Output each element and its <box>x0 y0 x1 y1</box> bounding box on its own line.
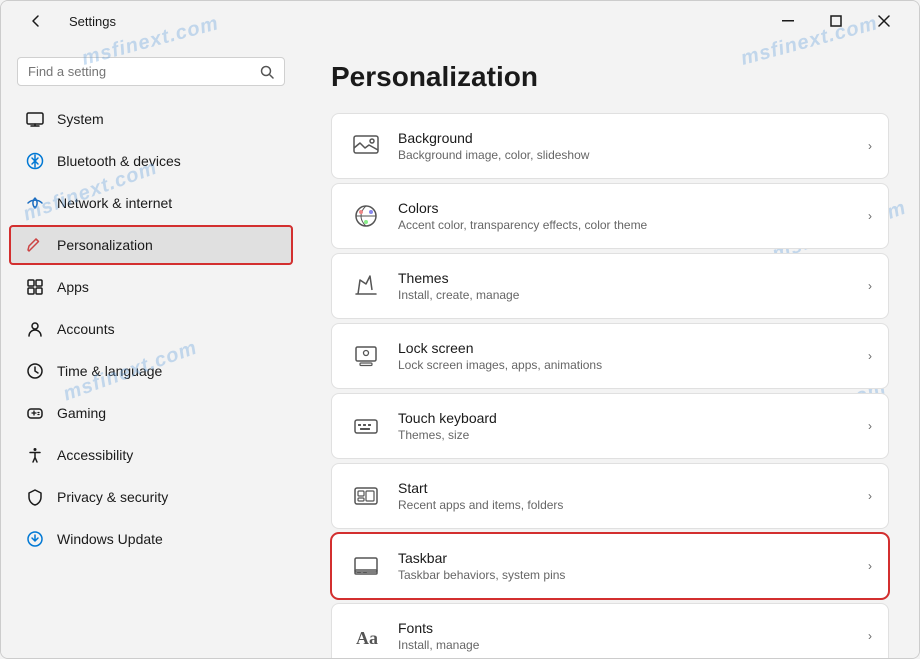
sidebar-item-time[interactable]: Time & language <box>9 351 293 391</box>
lockscreen-chevron: › <box>868 349 872 363</box>
sidebar-label-apps: Apps <box>57 279 89 295</box>
touchkeyboard-chevron: › <box>868 419 872 433</box>
sidebar-item-bluetooth[interactable]: Bluetooth & devices <box>9 141 293 181</box>
start-desc: Recent apps and items, folders <box>398 498 868 512</box>
settings-item-fonts[interactable]: Aa Fonts Install, manage › <box>331 603 889 658</box>
search-input[interactable] <box>28 64 252 79</box>
fonts-title: Fonts <box>398 620 868 636</box>
colors-desc: Accent color, transparency effects, colo… <box>398 218 868 232</box>
sidebar: System Bluetooth & devices <box>1 41 301 658</box>
maximize-button[interactable] <box>813 5 859 37</box>
fonts-desc: Install, manage <box>398 638 868 652</box>
colors-title: Colors <box>398 200 868 216</box>
touchkeyboard-icon <box>348 408 384 444</box>
themes-desc: Install, create, manage <box>398 288 868 302</box>
background-text: Background Background image, color, slid… <box>398 130 868 162</box>
privacy-icon <box>25 487 45 507</box>
lockscreen-text: Lock screen Lock screen images, apps, an… <box>398 340 868 372</box>
window-controls <box>765 5 907 37</box>
settings-item-lockscreen[interactable]: Lock screen Lock screen images, apps, an… <box>331 323 889 389</box>
start-title: Start <box>398 480 868 496</box>
sidebar-label-accessibility: Accessibility <box>57 447 133 463</box>
taskbar-icon <box>348 548 384 584</box>
colors-text: Colors Accent color, transparency effect… <box>398 200 868 232</box>
personalization-icon <box>25 235 45 255</box>
settings-list: Background Background image, color, slid… <box>331 113 889 658</box>
settings-item-start[interactable]: Start Recent apps and items, folders › <box>331 463 889 529</box>
back-button[interactable] <box>13 5 59 37</box>
content-area: System Bluetooth & devices <box>1 41 919 658</box>
sidebar-item-accessibility[interactable]: Accessibility <box>9 435 293 475</box>
sidebar-label-update: Windows Update <box>57 531 163 547</box>
sidebar-item-update[interactable]: Windows Update <box>9 519 293 559</box>
sidebar-label-network: Network & internet <box>57 195 172 211</box>
sidebar-label-gaming: Gaming <box>57 405 106 421</box>
title-bar-left: Settings <box>13 5 116 37</box>
touchkeyboard-title: Touch keyboard <box>398 410 868 426</box>
background-chevron: › <box>868 139 872 153</box>
themes-chevron: › <box>868 279 872 293</box>
accounts-icon <box>25 319 45 339</box>
settings-window: Settings <box>0 0 920 659</box>
taskbar-desc: Taskbar behaviors, system pins <box>398 568 868 582</box>
start-icon <box>348 478 384 514</box>
sidebar-label-system: System <box>57 111 104 127</box>
close-button[interactable] <box>861 5 907 37</box>
sidebar-item-personalization[interactable]: Personalization <box>9 225 293 265</box>
time-icon <box>25 361 45 381</box>
search-icon <box>260 65 274 79</box>
window-title: Settings <box>69 14 116 29</box>
sidebar-item-apps[interactable]: Apps <box>9 267 293 307</box>
settings-item-themes[interactable]: Themes Install, create, manage › <box>331 253 889 319</box>
sidebar-label-personalization: Personalization <box>57 237 153 253</box>
colors-icon <box>348 198 384 234</box>
themes-text: Themes Install, create, manage <box>398 270 868 302</box>
lockscreen-desc: Lock screen images, apps, animations <box>398 358 868 372</box>
background-desc: Background image, color, slideshow <box>398 148 868 162</box>
taskbar-text: Taskbar Taskbar behaviors, system pins <box>398 550 868 582</box>
start-chevron: › <box>868 489 872 503</box>
sidebar-item-privacy[interactable]: Privacy & security <box>9 477 293 517</box>
sidebar-label-bluetooth: Bluetooth & devices <box>57 153 181 169</box>
main-content: msfinext.com msfinext.com msfinext.com m… <box>301 41 919 658</box>
network-icon <box>25 193 45 213</box>
minimize-button[interactable] <box>765 5 811 37</box>
sidebar-label-privacy: Privacy & security <box>57 489 168 505</box>
lockscreen-icon <box>348 338 384 374</box>
sidebar-label-time: Time & language <box>57 363 162 379</box>
background-icon <box>348 128 384 164</box>
settings-item-colors[interactable]: Colors Accent color, transparency effect… <box>331 183 889 249</box>
svg-text:Aa: Aa <box>356 628 378 648</box>
sidebar-item-gaming[interactable]: Gaming <box>9 393 293 433</box>
search-box[interactable] <box>17 57 285 86</box>
update-icon <box>25 529 45 549</box>
themes-title: Themes <box>398 270 868 286</box>
settings-item-taskbar[interactable]: Taskbar Taskbar behaviors, system pins › <box>331 533 889 599</box>
fonts-text: Fonts Install, manage <box>398 620 868 652</box>
sidebar-label-accounts: Accounts <box>57 321 115 337</box>
touchkeyboard-text: Touch keyboard Themes, size <box>398 410 868 442</box>
title-bar: Settings <box>1 1 919 41</box>
start-text: Start Recent apps and items, folders <box>398 480 868 512</box>
taskbar-chevron: › <box>868 559 872 573</box>
settings-item-background[interactable]: Background Background image, color, slid… <box>331 113 889 179</box>
colors-chevron: › <box>868 209 872 223</box>
touchkeyboard-desc: Themes, size <box>398 428 868 442</box>
settings-item-touchkeyboard[interactable]: Touch keyboard Themes, size › <box>331 393 889 459</box>
gaming-icon <box>25 403 45 423</box>
page-title: Personalization <box>331 61 889 93</box>
themes-icon <box>348 268 384 304</box>
apps-icon <box>25 277 45 297</box>
sidebar-item-system[interactable]: System <box>9 99 293 139</box>
sidebar-item-accounts[interactable]: Accounts <box>9 309 293 349</box>
accessibility-icon <box>25 445 45 465</box>
background-title: Background <box>398 130 868 146</box>
fonts-icon: Aa <box>348 618 384 654</box>
system-icon <box>25 109 45 129</box>
taskbar-title: Taskbar <box>398 550 868 566</box>
fonts-chevron: › <box>868 629 872 643</box>
bluetooth-icon <box>25 151 45 171</box>
lockscreen-title: Lock screen <box>398 340 868 356</box>
sidebar-item-network[interactable]: Network & internet <box>9 183 293 223</box>
